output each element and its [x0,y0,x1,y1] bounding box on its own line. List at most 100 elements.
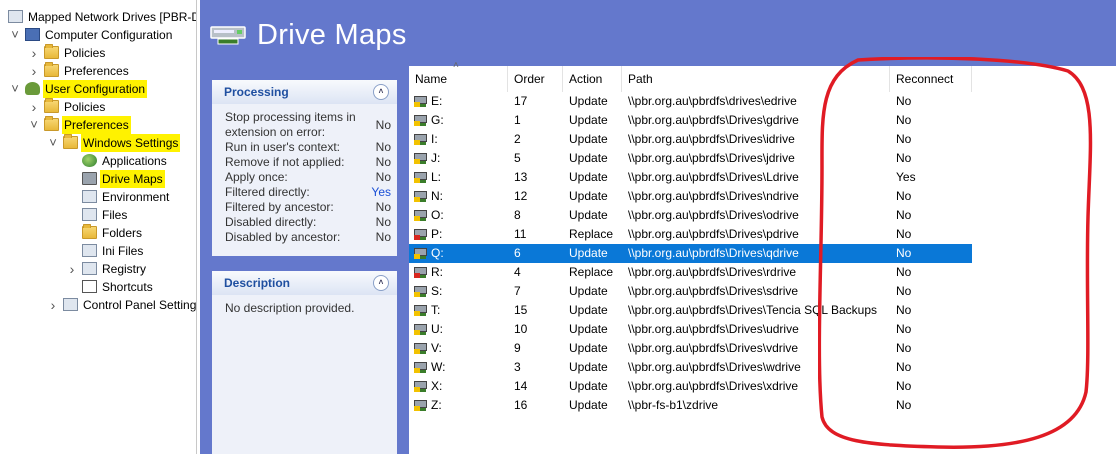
list-item[interactable]: S: 7 Update \\pbr.org.au\pbrdfs\Drives\sdri… [409,282,972,301]
column-header-reconnect[interactable]: Reconnect [890,66,972,92]
control-panel-icon [63,298,78,311]
list-item[interactable]: R: 4 Replace \\pbr.org.au\pbrdfs\Drives\rdr… [409,263,972,282]
tree-node-drive-maps[interactable]: Drive Maps [0,170,196,188]
description-panel-header[interactable]: Description ˄ [212,271,397,295]
cell-path: \\pbr.org.au\pbrdfs\Drives\rdrive [628,265,797,279]
list-item[interactable]: V: 9 Update \\pbr.org.au\pbrdfs\Drives\vdri… [409,339,972,358]
tree-node-folders[interactable]: Folders [0,224,196,242]
tree-node-ini-files[interactable]: Ini Files [0,242,196,260]
cell-order: 13 [514,170,528,184]
tree-node-label: Windows Settings [81,134,181,152]
processing-row: Remove if not applied: No [225,155,391,170]
chevron-down-icon[interactable]: ˅ [48,134,58,152]
tree-node-control-panel-settings[interactable]: › Control Panel Settings [0,296,196,314]
tree-node-label: Mapped Network Drives [PBR-D [28,10,197,24]
list-item[interactable]: J: 5 Update \\pbr.org.au\pbrdfs\Drives\jdri… [409,149,972,168]
chevron-right-icon[interactable]: › [29,44,39,62]
tree-node-user-configuration[interactable]: ˅ User Configuration [0,80,196,98]
cell-order: 9 [514,341,521,355]
list-item[interactable]: E: 17 Update \\pbr.org.au\pbrdfs\drives\edr… [409,92,972,111]
cell-name: T: [431,303,441,317]
tree-node-windows-settings[interactable]: ˅ Windows Settings [0,134,196,152]
list-item[interactable]: W: 3 Update \\pbr.org.au\pbrdfs\Drives\wdri… [409,358,972,377]
processing-row-value: No [375,230,391,244]
list-item[interactable]: P: 11 Replace \\pbr.org.au\pbrdfs\Drives\pd… [409,225,972,244]
processing-row-label: Disabled directly: [225,215,317,229]
cell-name: V: [431,341,442,355]
chevron-right-icon[interactable]: › [67,260,77,278]
processing-row: Stop processing items in extension on er… [225,110,391,140]
list-item[interactable]: T: 15 Update \\pbr.org.au\pbrdfs\Drives\Ten… [409,301,972,320]
tree-node-registry[interactable]: › Registry [0,260,196,278]
list-item[interactable]: O: 8 Update \\pbr.org.au\pbrdfs\Drives\odri… [409,206,972,225]
drive-map-replace-icon [414,267,429,278]
tree-node-shortcuts[interactable]: Shortcuts [0,278,196,296]
cell-action: Update [569,208,608,222]
list-item[interactable]: X: 14 Update \\pbr.org.au\pbrdfs\Drives\xdr… [409,377,972,396]
processing-row-label: Remove if not applied: [225,155,345,169]
processing-row-value: No [375,118,391,132]
chevron-down-icon[interactable]: ˅ [29,116,39,134]
cell-action: Update [569,113,608,127]
cell-name: X: [431,379,443,393]
cell-order: 15 [514,303,528,317]
tree-node-files[interactable]: Files [0,206,196,224]
cell-name: R: [431,265,443,279]
column-header-action[interactable]: Action [563,66,622,92]
list-item[interactable]: U: 10 Update \\pbr.org.au\pbrdfs\Drives\udr… [409,320,972,339]
chevron-right-icon[interactable]: › [29,62,39,80]
tree-node-preferences[interactable]: › Preferences [0,62,196,80]
column-header-order[interactable]: Order [508,66,563,92]
cell-reconnect: No [896,379,912,393]
cell-reconnect: No [896,132,912,146]
cell-reconnect: No [896,360,912,374]
list-item[interactable]: Z: 16 Update \\pbr-fs-b1\zdrive No [409,396,972,415]
cell-path: \\pbr.org.au\pbrdfs\Drives\vdrive [628,341,799,355]
tree-node-computer-configuration[interactable]: ˅ Computer Configuration [0,26,196,44]
chevron-down-icon[interactable]: ˅ [10,26,20,44]
chevron-down-icon[interactable]: ˅ [10,80,20,98]
tree-node-label: Folders [102,226,143,240]
cell-order: 12 [514,189,528,203]
cell-action: Update [569,322,608,336]
collapse-chevron-icon[interactable]: ˄ [373,275,389,291]
cell-action: Update [569,189,608,203]
cell-reconnect: No [896,398,912,412]
sort-ascending-icon: ˄ [453,60,459,71]
column-header-path[interactable]: Path [622,66,890,92]
drive-map-update-icon [414,305,429,316]
tree-node-applications[interactable]: Applications [0,152,196,170]
list-item[interactable]: L: 13 Update \\pbr.org.au\pbrdfs\Drives\Ldr… [409,168,972,187]
console-tree[interactable]: Mapped Network Drives [PBR-D ˅ Computer Co… [0,0,197,454]
processing-row: Filtered by ancestor: No [225,200,391,215]
processing-row: Disabled by ancestor: No [225,230,391,245]
chevron-right-icon[interactable]: › [29,98,39,116]
tree-node-label: Preferences [64,64,129,78]
cell-reconnect: No [896,151,912,165]
cell-action: Update [569,284,608,298]
list-item[interactable]: Q: 6 Update \\pbr.org.au\pbrdfs\Drives\qdri… [409,244,972,263]
list-item[interactable]: I: 2 Update \\pbr.org.au\pbrdfs\Drives\idri… [409,130,972,149]
processing-row: Disabled directly: No [225,215,391,230]
cell-path: \\pbr-fs-b1\zdrive [628,398,719,412]
chevron-right-icon[interactable]: › [48,296,58,314]
tree-node-policies[interactable]: › Policies [0,44,196,62]
folder-icon [44,62,59,77]
tree-node-policies[interactable]: › Policies [0,98,196,116]
drive-maps-list[interactable]: Name Order Action Path Reconnect ˄ E: 17 Update… [409,60,1116,454]
tree-node-label: Applications [102,154,167,168]
tree-node-mapped-network-drives-pbr-d[interactable]: Mapped Network Drives [PBR-D [0,8,196,26]
collapse-chevron-icon[interactable]: ˄ [373,84,389,100]
processing-row-label: Run in user's context: [225,140,341,154]
processing-panel-header[interactable]: Processing ˄ [212,80,397,104]
list-item[interactable]: G: 1 Update \\pbr.org.au\pbrdfs\Drives\gdri… [409,111,972,130]
processing-row-value: No [375,215,391,229]
cell-action: Update [569,246,608,260]
cell-order: 4 [514,265,521,279]
tree-node-preferences[interactable]: ˅ Preferences [0,116,196,134]
cell-reconnect: No [896,113,912,127]
tree-node-label: Drive Maps [100,170,165,188]
list-item[interactable]: N: 12 Update \\pbr.org.au\pbrdfs\Drives\ndr… [409,187,972,206]
cell-name: E: [431,94,443,108]
tree-node-environment[interactable]: Environment [0,188,196,206]
